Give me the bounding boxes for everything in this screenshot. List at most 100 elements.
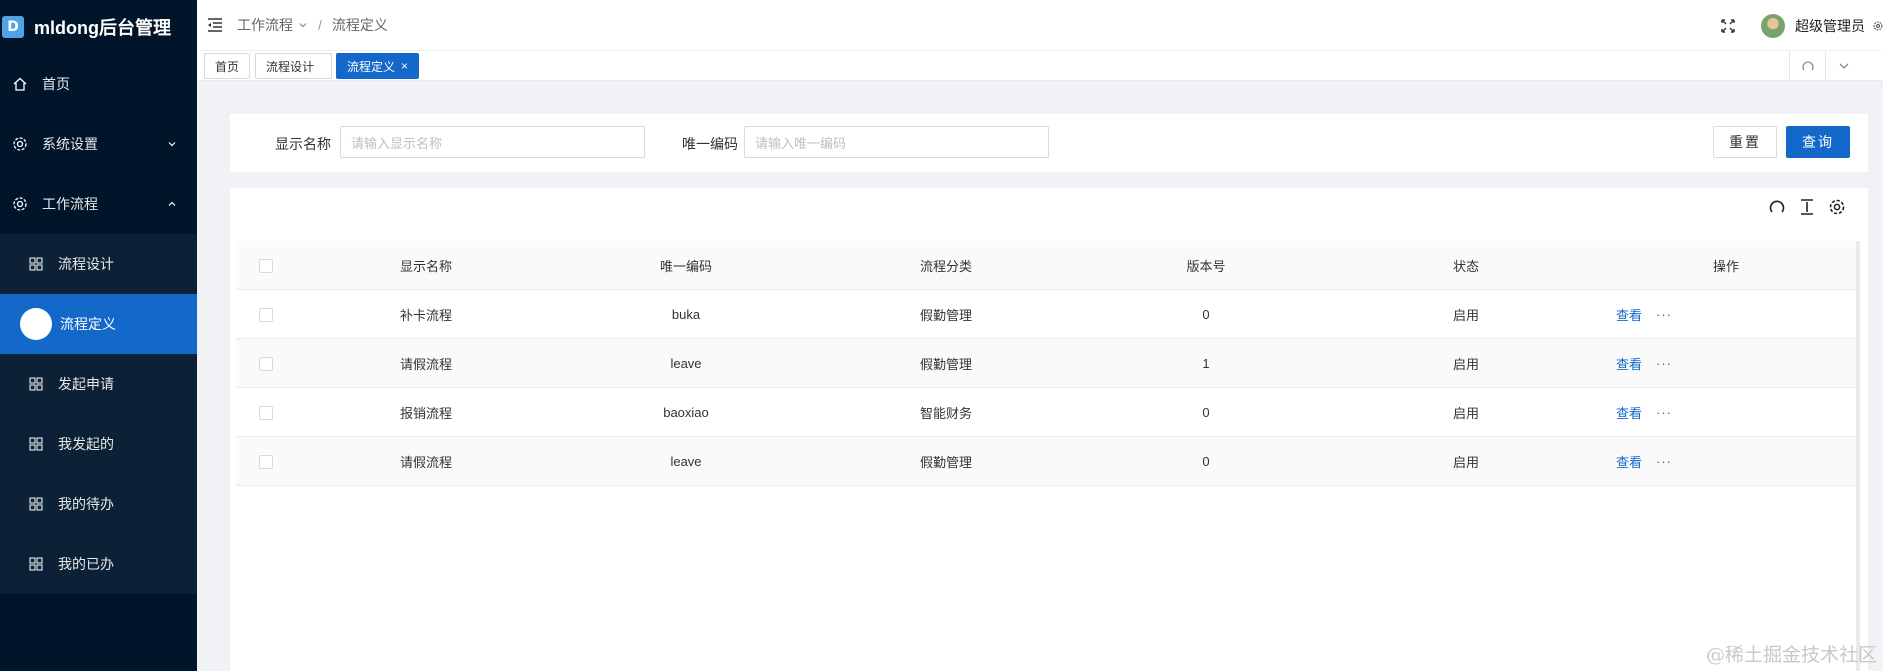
table-row[interactable]: 补卡流程 buka 假勤管理 0 启用 查看 ··· — [236, 290, 1856, 339]
row-checkbox[interactable] — [259, 356, 273, 371]
close-icon[interactable]: × — [401, 59, 408, 73]
chevron-down-icon — [167, 136, 177, 152]
unique-code-input[interactable]: 请输入唯一编码 — [744, 126, 1049, 158]
view-link[interactable]: 查看 — [1616, 452, 1642, 471]
tab-menu-button[interactable] — [1825, 51, 1861, 81]
table-row[interactable]: 报销流程 baoxiao 智能财务 0 启用 查看 ··· — [236, 388, 1856, 437]
chevron-up-icon — [167, 196, 177, 212]
row-select-cell — [236, 437, 296, 486]
display-name-input[interactable]: 请输入显示名称 — [340, 126, 645, 158]
sidebar-item-label: 工作流程 — [42, 196, 98, 212]
tab-label: 流程定义 — [347, 59, 396, 74]
column-height-icon[interactable] — [1798, 198, 1816, 216]
refresh-icon — [1801, 59, 1815, 73]
more-actions-icon[interactable]: ··· — [1656, 454, 1672, 469]
view-link[interactable]: 查看 — [1616, 354, 1642, 373]
header-actions: 超级管理员 — [1721, 0, 1883, 51]
display-name-label: 显示名称 — [275, 136, 331, 152]
column-header: 唯一编码 — [659, 259, 712, 274]
table-header-row: 显示名称 唯一编码 流程分类 版本号 状态 操作 — [236, 241, 1856, 290]
row-checkbox[interactable] — [259, 454, 273, 469]
cell-name: 补卡流程 — [399, 308, 452, 323]
sidebar-item-label: 系统设置 — [42, 136, 98, 152]
cell-category: 假勤管理 — [919, 308, 972, 323]
sidebar-item-system-settings[interactable]: 系统设置 — [0, 114, 197, 174]
active-indicator — [20, 308, 52, 340]
sidebar-item-my-todo[interactable]: 我的待办 — [0, 474, 197, 534]
sidebar-item-process-design[interactable]: 流程设计 — [0, 234, 197, 294]
view-link[interactable]: 查看 — [1616, 403, 1642, 422]
app-logo[interactable]: D mldong后台管理 — [0, 0, 197, 54]
input-placeholder: 请输入唯一编码 — [755, 135, 847, 151]
sidebar-item-start-request[interactable]: 发起申请 — [0, 354, 197, 414]
row-checkbox[interactable] — [259, 405, 273, 420]
refresh-icon[interactable] — [1768, 198, 1786, 216]
table-row[interactable]: 请假流程 leave 假勤管理 1 启用 查看 ··· — [236, 339, 1856, 388]
avatar[interactable] — [1761, 13, 1785, 38]
view-link[interactable]: 查看 — [1616, 305, 1642, 324]
table-scrollbar[interactable] — [1856, 241, 1860, 671]
tab-label: 流程设计 — [266, 59, 315, 74]
column-header: 显示名称 — [399, 259, 452, 274]
sidebar-item-process-definition[interactable]: 流程定义 — [0, 294, 197, 354]
row-select-cell — [236, 388, 296, 437]
process-definition-table: 显示名称 唯一编码 流程分类 版本号 状态 操作 补卡流程 buka 假勤管理 … — [236, 241, 1856, 486]
grid-icon — [28, 256, 44, 272]
cell-status: 启用 — [1452, 357, 1479, 372]
more-actions-icon[interactable]: ··· — [1656, 356, 1672, 371]
column-header: 状态 — [1452, 259, 1479, 274]
refresh-tab-button[interactable] — [1789, 51, 1825, 81]
sidebar-item-label: 我的已办 — [58, 556, 114, 572]
cell-version: 0 — [1202, 307, 1210, 322]
sidebar-item-my-done[interactable]: 我的已办 — [0, 534, 197, 594]
unique-code-label: 唯一编码 — [682, 136, 738, 152]
logo-icon: D — [2, 16, 24, 38]
gear-icon — [12, 196, 28, 212]
tab-process-design[interactable]: 流程设计 — [255, 53, 332, 79]
row-select-cell — [236, 290, 296, 339]
cell-version: 0 — [1202, 405, 1210, 420]
top-header: 工作流程 / 流程定义 超级管理员 — [197, 0, 1883, 51]
input-placeholder: 请输入显示名称 — [351, 135, 443, 151]
sidebar-item-label: 流程设计 — [58, 256, 114, 272]
row-checkbox[interactable] — [259, 307, 273, 322]
menu-fold-icon[interactable] — [207, 16, 225, 34]
app-title: mldong后台管理 — [34, 18, 171, 38]
tab-home[interactable]: 首页 — [204, 53, 251, 79]
breadcrumb-item-workflow[interactable]: 工作流程 — [237, 15, 293, 35]
sidebar-item-label: 流程定义 — [60, 316, 116, 332]
cell-actions: 查看 ··· — [1596, 388, 1856, 437]
sidebar-item-home[interactable]: 首页 — [0, 54, 197, 114]
fullscreen-icon[interactable] — [1721, 18, 1735, 33]
query-button[interactable]: 查询 — [1786, 126, 1850, 158]
table-card: 显示名称 唯一编码 流程分类 版本号 状态 操作 补卡流程 buka 假勤管理 … — [230, 188, 1868, 671]
sidebar-item-my-started[interactable]: 我发起的 — [0, 414, 197, 474]
cell-status: 启用 — [1452, 455, 1479, 470]
settings-icon[interactable] — [1828, 198, 1846, 216]
more-actions-icon[interactable]: ··· — [1656, 405, 1672, 420]
tab-process-definition[interactable]: 流程定义 × — [336, 53, 420, 79]
breadcrumb-item-current: 流程定义 — [331, 17, 388, 33]
cell-category: 假勤管理 — [919, 455, 972, 470]
cell-version: 1 — [1202, 356, 1210, 371]
settings-icon[interactable] — [1873, 19, 1883, 33]
select-all-checkbox[interactable] — [259, 258, 273, 273]
reset-button[interactable]: 重置 — [1713, 126, 1777, 158]
select-all-cell — [236, 241, 296, 290]
username[interactable]: 超级管理员 — [1795, 16, 1865, 36]
chevron-down-icon — [1838, 60, 1850, 72]
sidebar: D mldong后台管理 首页 系统设置 工作流程 流程设计 流程定义 发起申请… — [0, 0, 197, 671]
column-header: 操作 — [1712, 259, 1739, 274]
sidebar-item-workflow[interactable]: 工作流程 — [0, 174, 197, 234]
breadcrumb: 工作流程 / 流程定义 — [237, 15, 388, 35]
table-toolbar — [1768, 198, 1846, 216]
table-row[interactable]: 请假流程 leave 假勤管理 0 启用 查看 ··· — [236, 437, 1856, 486]
cell-status: 启用 — [1452, 308, 1479, 323]
more-actions-icon[interactable]: ··· — [1656, 307, 1672, 322]
cell-status: 启用 — [1452, 406, 1479, 421]
column-header: 版本号 — [1186, 259, 1226, 274]
cell-code: leave — [670, 356, 702, 371]
cell-actions: 查看 ··· — [1596, 290, 1856, 339]
cell-code: leave — [670, 454, 702, 469]
search-form: 显示名称 请输入显示名称 唯一编码 请输入唯一编码 重置 查询 — [230, 114, 1868, 172]
